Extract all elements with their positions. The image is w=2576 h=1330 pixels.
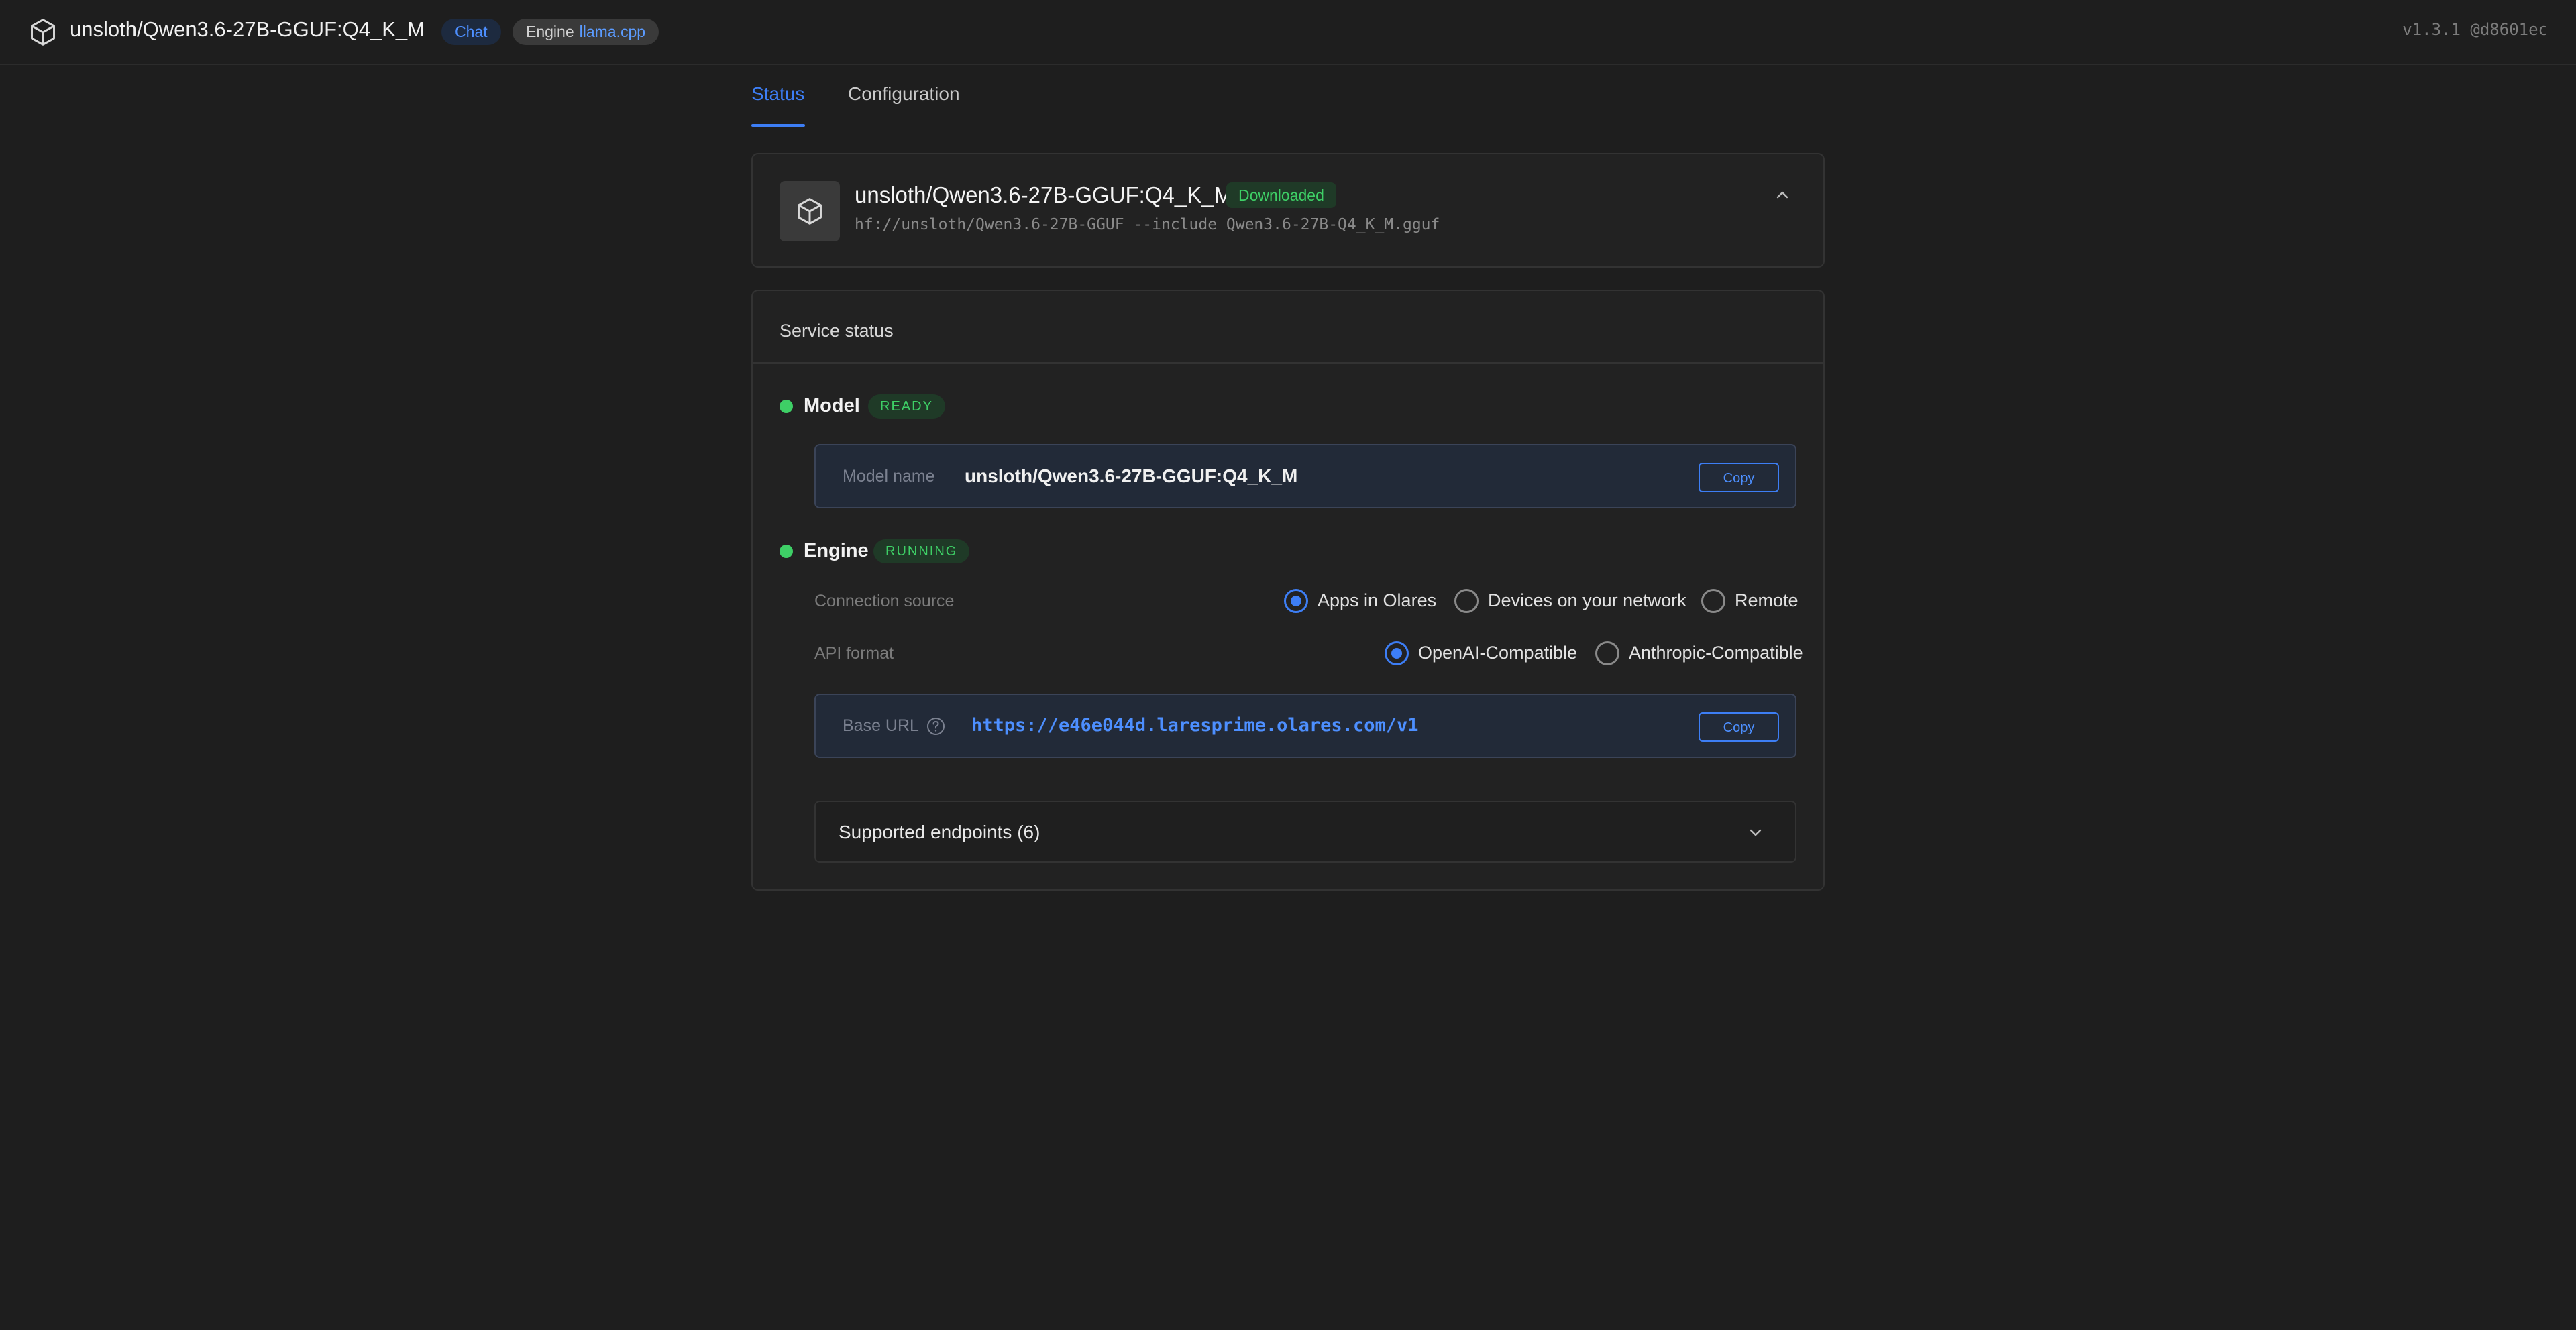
radio-openai-compatible[interactable] — [1385, 641, 1409, 665]
copy-base-url-button[interactable]: Copy — [1699, 712, 1779, 742]
radio-anthropic-compatible[interactable] — [1595, 641, 1619, 665]
base-url-label: Base URL — [843, 716, 919, 735]
radio-openai-compatible-label[interactable]: OpenAI-Compatible — [1418, 643, 1577, 663]
copy-model-name-button[interactable]: Copy — [1699, 463, 1779, 492]
chat-pill[interactable]: Chat — [441, 19, 501, 45]
engine-running-badge: RUNNING — [873, 539, 970, 563]
supported-endpoints-label[interactable]: Supported endpoints (6) — [839, 822, 1040, 843]
tab-status[interactable]: Status — [751, 83, 804, 105]
engine-section-label: Engine — [804, 540, 869, 561]
radio-apps-in-olares-label[interactable]: Apps in Olares — [1318, 590, 1436, 611]
cube-icon — [31, 19, 55, 46]
service-status-title: Service status — [780, 321, 894, 341]
service-status-header: Service status — [753, 291, 1823, 364]
engine-pill-value: llama.cpp — [579, 23, 646, 40]
engine-status-dot — [780, 545, 793, 558]
radio-apps-in-olares[interactable] — [1284, 589, 1308, 613]
radio-remote[interactable] — [1701, 589, 1725, 613]
active-tab-indicator — [751, 124, 805, 127]
model-name-field: Model name unsloth/Qwen3.6-27B-GGUF:Q4_K… — [814, 444, 1796, 508]
version-label: v1.3.1 @d8601ec — [2402, 20, 2548, 39]
model-source: hf://unsloth/Qwen3.6-27B-GGUF --include … — [855, 216, 1440, 233]
supported-endpoints-accordion[interactable]: Supported endpoints (6) — [814, 801, 1796, 863]
downloaded-badge: Downloaded — [1226, 182, 1336, 208]
radio-remote-label[interactable]: Remote — [1735, 590, 1799, 611]
page-title: unsloth/Qwen3.6-27B-GGUF:Q4_K_M — [70, 17, 425, 41]
base-url-field: Base URL https://e46e044d.laresprime.ola… — [814, 694, 1796, 758]
model-card: unsloth/Qwen3.6-27B-GGUF:Q4_K_M Download… — [751, 153, 1825, 268]
model-section-label: Model — [804, 395, 860, 417]
radio-anthropic-compatible-label[interactable]: Anthropic-Compatible — [1629, 643, 1803, 663]
help-icon[interactable] — [926, 716, 946, 736]
top-bar: unsloth/Qwen3.6-27B-GGUF:Q4_K_M Chat Eng… — [0, 0, 2576, 65]
connection-source-label: Connection source — [814, 592, 955, 610]
cube-icon — [798, 198, 822, 225]
api-format-label: API format — [814, 644, 894, 663]
service-status-card: Service status Model READY Model name un… — [751, 290, 1825, 891]
radio-devices-on-network[interactable] — [1454, 589, 1479, 613]
chevron-down-icon[interactable] — [1746, 826, 1766, 840]
model-name-label: Model name — [843, 467, 935, 486]
engine-pill-label: Engine — [526, 23, 574, 40]
tab-configuration[interactable]: Configuration — [848, 83, 960, 105]
model-ready-badge: READY — [868, 394, 945, 419]
radio-devices-on-network-label[interactable]: Devices on your network — [1488, 590, 1686, 611]
chevron-up-icon[interactable] — [1772, 188, 1792, 201]
model-icon-box — [780, 181, 840, 241]
base-url-value[interactable]: https://e46e044d.laresprime.olares.com/v… — [971, 715, 1418, 736]
engine-pill: Engine llama.cpp — [513, 19, 659, 45]
model-card-title: unsloth/Qwen3.6-27B-GGUF:Q4_K_M — [855, 182, 1233, 207]
model-name-value: unsloth/Qwen3.6-27B-GGUF:Q4_K_M — [965, 465, 1298, 486]
model-status-dot — [780, 400, 793, 413]
